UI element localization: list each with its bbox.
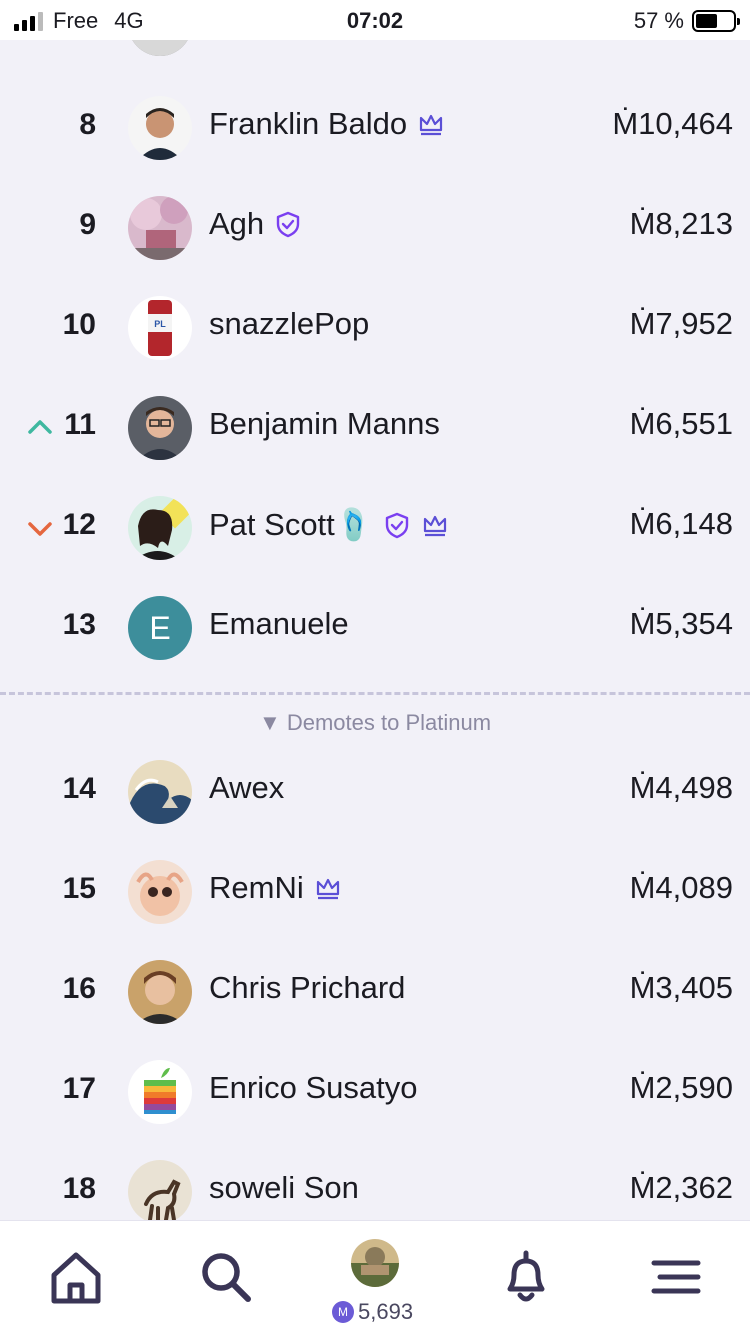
user-name[interactable]: Enrico Susatyo	[209, 1070, 418, 1106]
user-name[interactable]: Emanuele	[209, 606, 349, 642]
avatar	[128, 960, 192, 1024]
mana-amount: Ṁ8,213	[629, 206, 733, 241]
mana-amount: Ṁ10,464	[612, 106, 733, 141]
name-wrap: RemNi	[209, 870, 342, 906]
mana-amount: Ṁ5,354	[629, 606, 733, 641]
search-icon[interactable]	[196, 1247, 256, 1307]
demotion-divider	[0, 692, 750, 695]
user-name[interactable]: Chris Prichard	[209, 970, 405, 1006]
name-wrap: Pat Scott🩴	[209, 506, 449, 543]
leaderboard-row[interactable]: 13 E Emanuele Ṁ5,354	[0, 578, 750, 678]
avatar: PL	[128, 296, 192, 360]
leaderboard-row[interactable]: 14 Awex Ṁ4,498	[0, 742, 750, 842]
status-bar: Free 4G 07:02 57 %	[0, 0, 750, 40]
name-wrap: Chris Prichard	[209, 970, 405, 1006]
rank: 8	[79, 108, 96, 141]
demotion-label: ▼ Demotes to Platinum	[258, 710, 492, 735]
balance-amount: 5,693	[358, 1299, 414, 1324]
rank: 13	[62, 608, 96, 641]
rank: 18	[62, 1172, 96, 1205]
crown-icon	[316, 878, 339, 900]
name-wrap: Benjamin Manns	[209, 406, 440, 442]
leaderboard-row[interactable]: 10 PL snazzlePop Ṁ7,952	[0, 278, 750, 378]
name-wrap: Agh	[209, 206, 302, 242]
user-name[interactable]: Franklin Baldo	[209, 106, 407, 142]
leaderboard-row[interactable]: 12 Pat Scott🩴 Ṁ6,148	[0, 478, 750, 578]
battery-percent: 57 %	[633, 8, 684, 33]
mana-amount: Ṁ3,405	[629, 970, 733, 1005]
user-name[interactable]: Benjamin Manns	[209, 406, 440, 442]
mana-amount: Ṁ4,498	[629, 770, 733, 805]
user-name[interactable]: RemNi	[209, 870, 304, 906]
avatar: E	[128, 596, 192, 660]
balance-display[interactable]: M 5,693	[332, 1299, 413, 1325]
home-icon[interactable]	[46, 1247, 106, 1307]
mana-amount: Ṁ6,148	[629, 506, 733, 541]
mana-coin-icon: M	[332, 1301, 354, 1323]
crown-icon	[420, 114, 443, 136]
crown-icon	[424, 515, 447, 536]
rank: 15	[62, 872, 96, 905]
status-right: 57 %	[633, 8, 740, 34]
avatar	[128, 1060, 192, 1124]
name-wrap: Enrico Susatyo	[209, 1070, 418, 1106]
mana-amount: Ṁ2,362	[629, 1170, 733, 1205]
name-wrap: Awex	[209, 770, 284, 806]
shield-check-icon	[276, 211, 300, 238]
rank: 17	[62, 1072, 96, 1105]
avatar	[128, 860, 192, 924]
mana-amount: Ṁ6,551	[629, 406, 733, 441]
bottom-nav: M 5,693	[0, 1220, 750, 1334]
menu-icon[interactable]	[646, 1247, 706, 1307]
mana-amount: Ṁ7,952	[629, 306, 733, 341]
leaderboard-row[interactable]: 11 Benjamin Manns Ṁ6,551	[0, 378, 750, 478]
user-name[interactable]: soweli Son	[209, 1170, 359, 1206]
mana-amount: Ṁ4,089	[629, 870, 733, 905]
avatar	[128, 40, 192, 56]
leaderboard-row[interactable]: 9 Agh Ṁ8,213	[0, 178, 750, 278]
rank: 14	[62, 772, 96, 805]
rank: 9	[79, 208, 96, 241]
leaderboard-row[interactable]: 18 soweli Son Ṁ2,362	[0, 1142, 750, 1220]
leaderboard-list[interactable]: 8 Franklin Baldo Ṁ10,464 9 Agh Ṁ8,213 10…	[0, 40, 750, 1220]
user-name[interactable]: Awex	[209, 770, 284, 806]
leaderboard-row[interactable]: 17 Enrico Susatyo Ṁ2,590	[0, 1042, 750, 1142]
user-name[interactable]: Agh	[209, 206, 264, 242]
shield-check-icon	[386, 512, 409, 538]
avatar	[128, 396, 192, 460]
avatar	[128, 1160, 192, 1220]
mana-amount: Ṁ2,590	[629, 1070, 733, 1105]
avatar	[128, 496, 192, 560]
bell-icon[interactable]	[496, 1247, 556, 1307]
profile-avatar[interactable]	[351, 1239, 399, 1287]
leaderboard-row[interactable]: 8 Franklin Baldo Ṁ10,464	[0, 78, 750, 178]
svg-text:PL: PL	[154, 319, 166, 329]
name-wrap: Franklin Baldo	[209, 106, 445, 142]
leaderboard-row[interactable]: 15 RemNi Ṁ4,089	[0, 842, 750, 942]
name-wrap: Emanuele	[209, 606, 349, 642]
rank: 16	[62, 972, 96, 1005]
avatar	[128, 760, 192, 824]
name-wrap: snazzlePop	[209, 306, 369, 342]
user-name[interactable]: snazzlePop	[209, 306, 369, 342]
leaderboard-row[interactable]: 16 Chris Prichard Ṁ3,405	[0, 942, 750, 1042]
user-name[interactable]: Pat Scott🩴	[209, 506, 373, 543]
rank: 12	[62, 508, 96, 541]
avatar	[128, 196, 192, 260]
name-wrap: soweli Son	[209, 1170, 359, 1206]
battery-icon	[692, 10, 740, 32]
rank: 10	[62, 308, 96, 341]
rank: 11	[64, 408, 96, 441]
avatar	[128, 96, 192, 160]
